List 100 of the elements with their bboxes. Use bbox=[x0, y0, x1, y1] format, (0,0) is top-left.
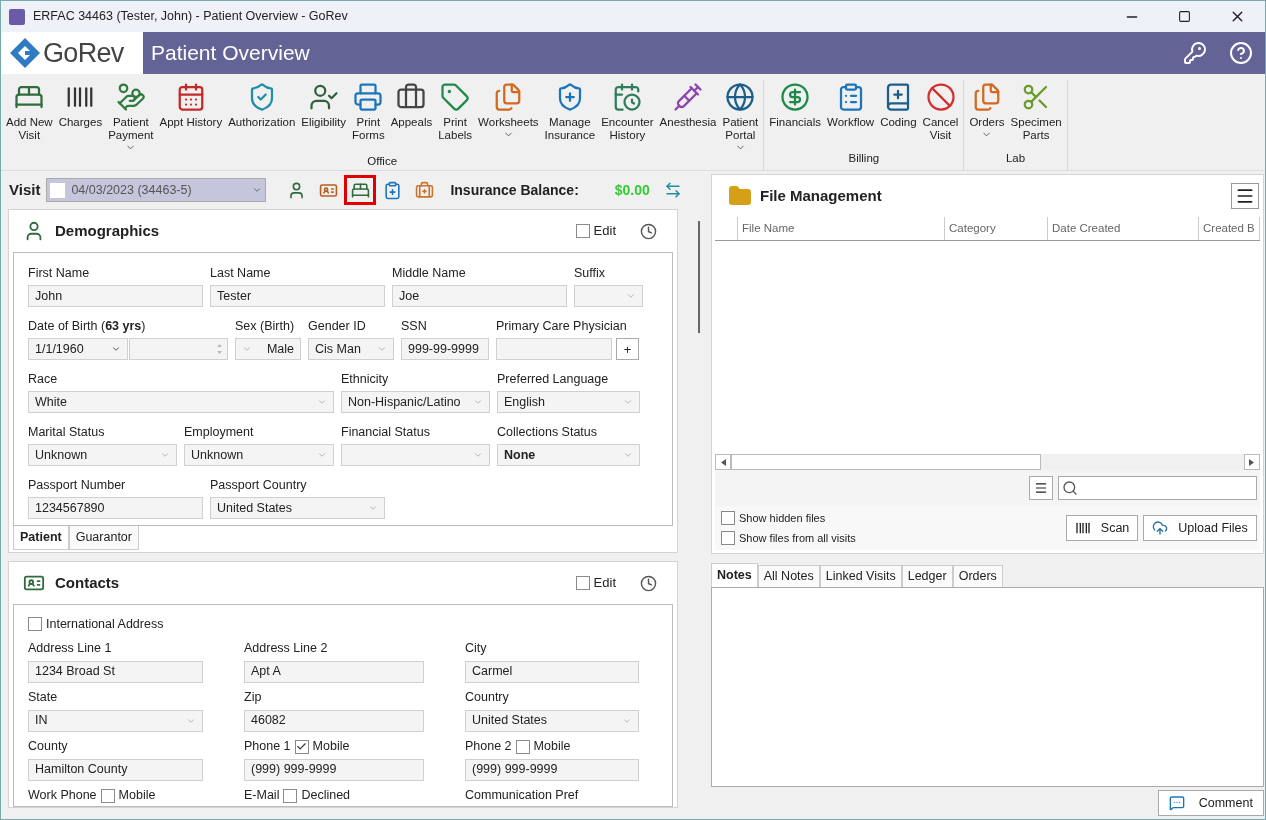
menu-icon bbox=[1033, 481, 1048, 495]
app-icon bbox=[9, 8, 25, 25]
checkbox[interactable] bbox=[28, 617, 42, 632]
toolbar-button[interactable]: Cancel Visit bbox=[919, 80, 962, 150]
tab[interactable]: Patient bbox=[13, 526, 69, 550]
dropdown-field[interactable]: IN bbox=[28, 709, 203, 732]
text-field[interactable]: Tester bbox=[210, 285, 385, 307]
tab[interactable]: Guarantor bbox=[68, 526, 139, 550]
dropdown-field[interactable]: White bbox=[28, 391, 334, 413]
dropdown-field[interactable]: Cis Man bbox=[308, 338, 394, 360]
text-field[interactable]: (999) 999-9999 bbox=[465, 758, 639, 781]
column-header[interactable]: File Name bbox=[738, 217, 945, 240]
tab[interactable]: Orders bbox=[952, 565, 1003, 587]
search-field[interactable] bbox=[1057, 476, 1257, 500]
checkbox[interactable] bbox=[721, 531, 735, 546]
tab[interactable]: All Notes bbox=[757, 565, 820, 587]
checkbox[interactable] bbox=[721, 510, 735, 525]
toolbar-button[interactable]: Anesthesia bbox=[656, 80, 720, 153]
scrollbar-thumb[interactable] bbox=[731, 454, 1041, 470]
dropdown-field[interactable]: United States bbox=[210, 497, 385, 519]
text-field[interactable]: (999) 999-9999 bbox=[244, 758, 424, 781]
checkbox[interactable] bbox=[575, 224, 590, 238]
clipboard-icon bbox=[382, 180, 402, 200]
toolbar-button[interactable]: Patient Payment bbox=[105, 80, 157, 153]
dropdown-field[interactable]: Unknown bbox=[28, 444, 177, 466]
column-header[interactable]: Created B bbox=[1199, 217, 1260, 240]
checkbox[interactable] bbox=[515, 739, 530, 754]
field-label: SSN bbox=[401, 317, 427, 335]
list-button[interactable] bbox=[1028, 476, 1053, 500]
text-field[interactable]: John bbox=[28, 285, 203, 307]
field-label: Employment bbox=[184, 423, 254, 441]
dropdown-field[interactable]: English bbox=[497, 391, 640, 413]
tab[interactable]: Ledger bbox=[901, 565, 953, 587]
toolbar-button[interactable]: Add New Visit bbox=[3, 80, 56, 153]
dropdown-field[interactable] bbox=[341, 444, 490, 466]
toolbar-button[interactable]: Eligibility bbox=[298, 80, 350, 153]
toolbar-button[interactable]: Coding bbox=[877, 80, 920, 150]
swap-icon[interactable] bbox=[663, 181, 682, 199]
toolbar-button[interactable]: Appeals bbox=[387, 80, 436, 153]
toolbar-button[interactable]: Authorization bbox=[225, 80, 299, 153]
dropdown-field[interactable]: None bbox=[497, 444, 640, 466]
dropdown-field[interactable]: Non-Hispanic/Latino bbox=[341, 391, 490, 413]
dropdown-field[interactable]: Male bbox=[235, 338, 301, 360]
text-field[interactable]: Apt A bbox=[244, 660, 424, 683]
scroll-left-button[interactable] bbox=[715, 454, 731, 470]
help-icon[interactable] bbox=[1229, 41, 1253, 65]
column-header[interactable]: Category bbox=[945, 217, 1048, 240]
history-icon[interactable] bbox=[640, 222, 657, 240]
keys-icon[interactable] bbox=[1183, 41, 1207, 65]
toolbar-button[interactable]: Patient Portal bbox=[719, 80, 762, 153]
text-field[interactable]: 1234 Broad St bbox=[28, 660, 203, 683]
balance-value: $0.00 bbox=[614, 180, 650, 200]
toolbar-button[interactable]: Orders bbox=[966, 80, 1008, 150]
money-hand-icon bbox=[115, 82, 146, 112]
scroll-right-button[interactable] bbox=[1243, 454, 1260, 470]
comment-button[interactable]: Comment bbox=[1157, 790, 1264, 816]
tab[interactable]: Notes bbox=[711, 563, 758, 587]
date-field[interactable]: 1/1/1960 bbox=[28, 338, 128, 360]
toolbar-button[interactable]: Workflow bbox=[824, 80, 878, 150]
menu-button[interactable] bbox=[1230, 183, 1259, 209]
checkbox[interactable] bbox=[294, 739, 309, 754]
add-button[interactable]: + bbox=[616, 338, 639, 360]
text-field[interactable]: 1234567890 bbox=[28, 497, 203, 519]
dropdown-field[interactable]: United States bbox=[465, 709, 639, 732]
toolbar-button[interactable]: Appt History bbox=[156, 80, 226, 153]
tab[interactable]: Linked Visits bbox=[819, 565, 902, 587]
column-header[interactable]: Date Created bbox=[1048, 217, 1199, 240]
dropdown-field[interactable]: Unknown bbox=[184, 444, 334, 466]
scrollbar-thumb[interactable] bbox=[698, 221, 700, 333]
toolbar-button[interactable]: Print Labels bbox=[435, 80, 476, 153]
toolbar-button[interactable]: Encounter History bbox=[598, 80, 657, 153]
maximize-icon[interactable] bbox=[1178, 10, 1191, 23]
checkbox[interactable] bbox=[283, 788, 298, 803]
field-label: Country bbox=[465, 689, 509, 707]
checkbox-label: International Address bbox=[46, 616, 164, 633]
toolbar-button[interactable]: Specimen Parts bbox=[1007, 80, 1065, 150]
text-field[interactable]: Hamilton County bbox=[28, 758, 203, 781]
printer-icon bbox=[353, 82, 384, 112]
visit-dropdown[interactable]: 04/03/2023 (34463-5) bbox=[46, 178, 267, 202]
dropdown-field[interactable] bbox=[574, 285, 643, 307]
syringe-icon bbox=[673, 82, 703, 112]
text-field[interactable]: 46082 bbox=[244, 709, 424, 732]
toolbar-button[interactable]: Print Forms bbox=[349, 80, 388, 153]
visit-tool-button[interactable] bbox=[344, 175, 377, 205]
toolbar-button[interactable]: Manage Insurance bbox=[541, 80, 599, 153]
field-label: Race bbox=[28, 370, 58, 388]
text-field[interactable]: Carmel bbox=[465, 660, 639, 683]
scan-button[interactable]: Scan bbox=[1065, 515, 1139, 541]
text-field[interactable]: 999-99-9999 bbox=[401, 338, 489, 360]
history-icon[interactable] bbox=[640, 574, 657, 592]
checkbox[interactable] bbox=[575, 576, 590, 590]
checkbox[interactable] bbox=[100, 788, 115, 803]
field-label: Work Phone bbox=[28, 787, 97, 805]
toolbar-button[interactable]: Charges bbox=[55, 80, 106, 153]
toolbar-button[interactable]: Financials bbox=[766, 80, 825, 150]
dollar-icon bbox=[780, 82, 811, 112]
toolbar-button[interactable]: Worksheets bbox=[475, 80, 542, 153]
upload-button[interactable]: Upload Files bbox=[1143, 515, 1257, 541]
text-field[interactable]: Joe bbox=[392, 285, 567, 307]
text-field[interactable] bbox=[496, 338, 612, 360]
